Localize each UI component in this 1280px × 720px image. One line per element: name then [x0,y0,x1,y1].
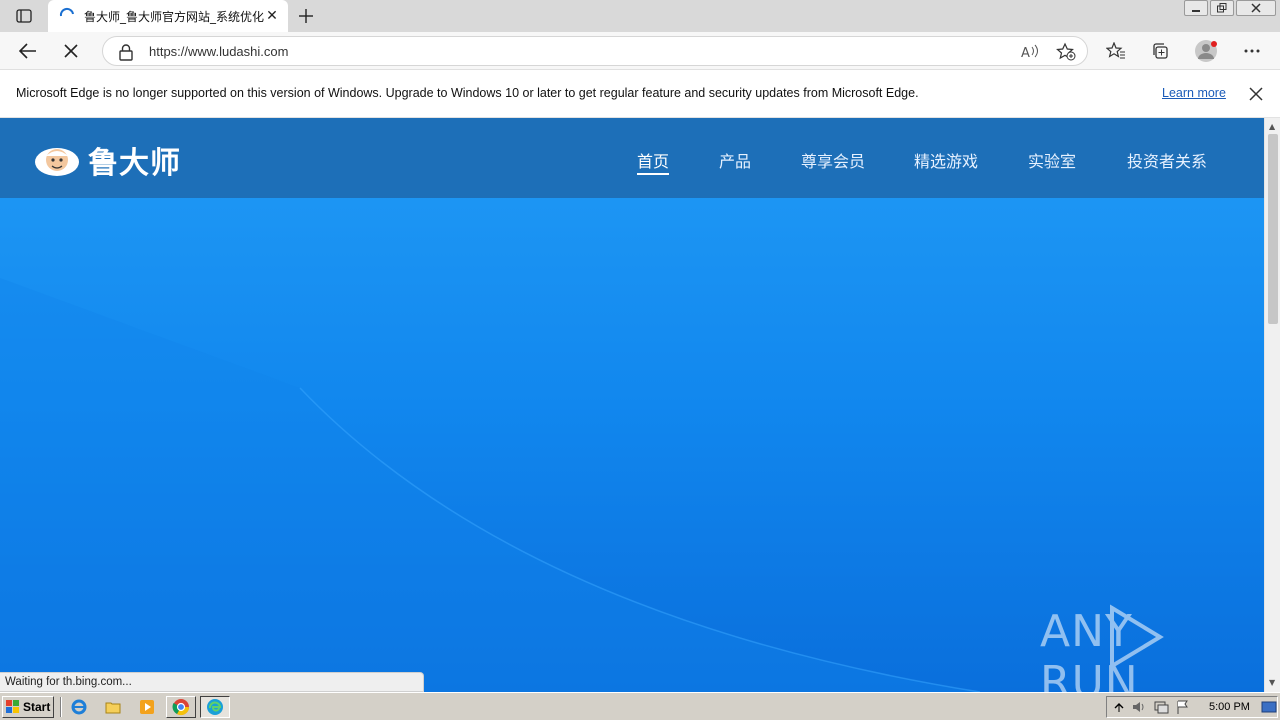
play-logo-icon [1110,604,1164,670]
site-nav: 首页 产品 尊享会员 精选游戏 实验室 投资者关系 [0,148,1264,178]
infobar-close-icon[interactable] [1246,84,1266,104]
favorites-button[interactable] [1102,37,1130,65]
start-label: Start [23,700,51,714]
stop-loading-button[interactable] [57,37,85,65]
back-button[interactable] [14,37,42,65]
status-bubble: Waiting for th.bing.com... [0,672,424,692]
close-window-button[interactable] [1236,0,1276,16]
tab-strip: 鲁大师_鲁大师官方网站_系统优化 ✕ [0,0,1280,32]
tab-title: 鲁大师_鲁大师官方网站_系统优化 [84,10,264,24]
read-aloud-icon[interactable]: A [1019,42,1041,62]
scroll-thumb[interactable] [1268,134,1278,324]
network-icon[interactable] [1153,699,1169,715]
learn-more-link[interactable]: Learn more [1162,86,1226,100]
restore-icon [1217,3,1227,13]
edge-icon [207,699,223,715]
minimize-button[interactable] [1184,0,1208,16]
add-favorite-icon[interactable] [1055,42,1077,62]
collections-icon [1153,43,1168,59]
chrome-icon [172,699,190,716]
tab-close-icon[interactable]: ✕ [264,8,280,24]
show-desktop-icon[interactable] [1261,699,1277,715]
lock-icon[interactable] [117,43,135,61]
windows-taskbar: Start 5:00 PM [0,692,1280,720]
nav-games[interactable]: 精选游戏 [914,148,978,172]
site-header: 鲁大师 首页 产品 尊享会员 精选游戏 实验室 投资者关系 [0,118,1264,198]
media-player-icon [140,700,154,714]
scroll-up-icon[interactable]: ▲ [1269,122,1275,131]
windows-logo-icon [6,700,19,713]
tab-actions-icon [16,9,32,23]
edge-taskbar-button[interactable] [200,696,230,718]
tab-active[interactable]: 鲁大师_鲁大师官方网站_系统优化 ✕ [48,0,288,32]
infobar-message: Microsoft Edge is no longer supported on… [16,86,919,100]
browser-toolbar: https://www.ludashi.com A [0,32,1280,70]
system-tray: 5:00 PM [1106,696,1278,718]
svg-text:A: A [1021,46,1030,61]
plus-icon [299,9,313,23]
nav-lab[interactable]: 实验室 [1028,148,1076,172]
taskbar-separator [60,697,62,717]
collections-button[interactable] [1146,37,1174,65]
chrome-taskbar-button[interactable] [166,696,196,718]
unsupported-os-infobar: Microsoft Edge is no longer supported on… [0,70,1280,118]
nav-active-underline [637,173,669,175]
page-scrollbar[interactable]: ▲ ▼ [1264,118,1280,692]
stop-icon [64,44,78,58]
favorites-icon [1106,42,1125,59]
start-button[interactable]: Start [2,696,54,718]
close-icon [1251,3,1261,13]
more-icon [1244,49,1260,53]
volume-icon[interactable] [1131,699,1147,715]
restore-button[interactable] [1210,0,1234,16]
internet-explorer-icon [71,699,87,715]
media-quicklaunch[interactable] [136,697,158,717]
profile-button[interactable] [1192,37,1220,65]
settings-more-button[interactable] [1238,37,1266,65]
avatar [1195,40,1217,62]
url-text[interactable]: https://www.ludashi.com [149,44,288,59]
explorer-quicklaunch[interactable] [102,697,124,717]
ie-quicklaunch[interactable] [68,697,90,717]
taskbar-clock[interactable]: 5:00 PM [1209,701,1250,713]
tray-expand-icon[interactable] [1111,699,1127,715]
status-text: Waiting for th.bing.com... [5,676,132,688]
back-arrow-icon [19,43,36,59]
nav-home[interactable]: 首页 [637,148,669,172]
window-controls [1184,0,1276,16]
nav-products[interactable]: 产品 [719,148,751,172]
scroll-down-icon[interactable]: ▼ [1269,678,1275,687]
folder-icon [105,702,121,714]
action-center-flag-icon[interactable] [1175,699,1191,715]
address-bar[interactable]: https://www.ludashi.com A [102,36,1088,66]
tab-actions-button[interactable] [10,6,38,26]
nav-membership[interactable]: 尊享会员 [801,148,865,172]
loading-spinner-icon [59,7,74,17]
nav-investors[interactable]: 投资者关系 [1127,148,1207,172]
minimize-icon [1192,10,1200,12]
new-tab-button[interactable] [294,4,318,28]
